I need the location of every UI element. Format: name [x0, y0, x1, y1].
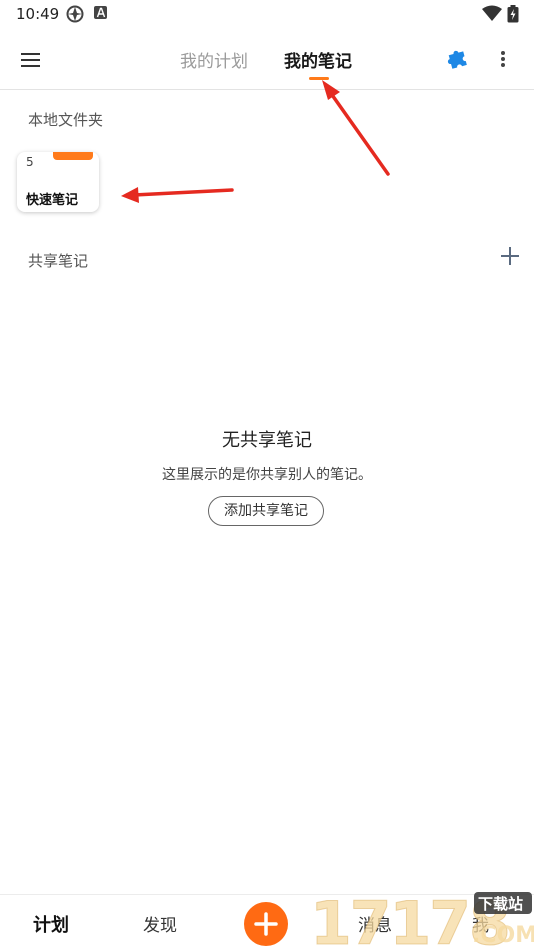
shared-notes-title: 共享笔记: [28, 252, 89, 270]
status-bar: 10:49: [0, 0, 534, 30]
add-shared-note-cta-button[interactable]: 添加共享笔记: [208, 496, 324, 526]
wifi-icon: [482, 5, 502, 21]
arrow-to-folder-annotation: [121, 187, 234, 203]
hamburger-icon: [21, 53, 40, 67]
folder-note-count: 5: [26, 155, 34, 169]
battery-icon: [507, 5, 519, 23]
app-a-status-icon: [94, 6, 107, 19]
local-folders-title: 本地文件夹: [28, 111, 104, 129]
add-shared-note-button[interactable]: [498, 244, 522, 268]
more-options-button[interactable]: [492, 46, 514, 72]
tab-my-notes[interactable]: 我的笔记: [284, 47, 352, 72]
watermark-logo: 17178 下载站 .COM: [310, 889, 534, 950]
active-tab-indicator: [309, 77, 329, 80]
status-time: 10:49: [16, 5, 60, 23]
puzzle-icon: [447, 50, 467, 69]
nav-discover[interactable]: 发现: [143, 911, 177, 936]
nav-plan[interactable]: 计划: [33, 911, 69, 937]
empty-state-description: 这里展示的是你共享别人的笔记。: [162, 467, 372, 483]
more-vertical-icon: [501, 51, 505, 67]
plugin-button[interactable]: [446, 46, 470, 70]
add-fab-button[interactable]: [244, 902, 288, 946]
app-bar: 我的计划 我的笔记: [0, 30, 534, 90]
folder-color-tab: [53, 152, 93, 160]
plus-icon: [254, 912, 278, 936]
folder-name: 快速笔记: [26, 193, 79, 208]
watermark-badge: 下载站: [478, 895, 523, 913]
menu-button[interactable]: [12, 44, 46, 74]
tab-my-plan[interactable]: 我的计划: [180, 47, 248, 72]
settings-status-icon: [66, 5, 84, 23]
arrow-to-tab-annotation: [322, 80, 390, 176]
watermark-suffix: .COM: [472, 923, 534, 948]
plus-icon: [501, 247, 519, 265]
folder-card-quick-notes[interactable]: 5 快速笔记: [17, 152, 99, 212]
empty-state-title: 无共享笔记: [222, 430, 312, 451]
